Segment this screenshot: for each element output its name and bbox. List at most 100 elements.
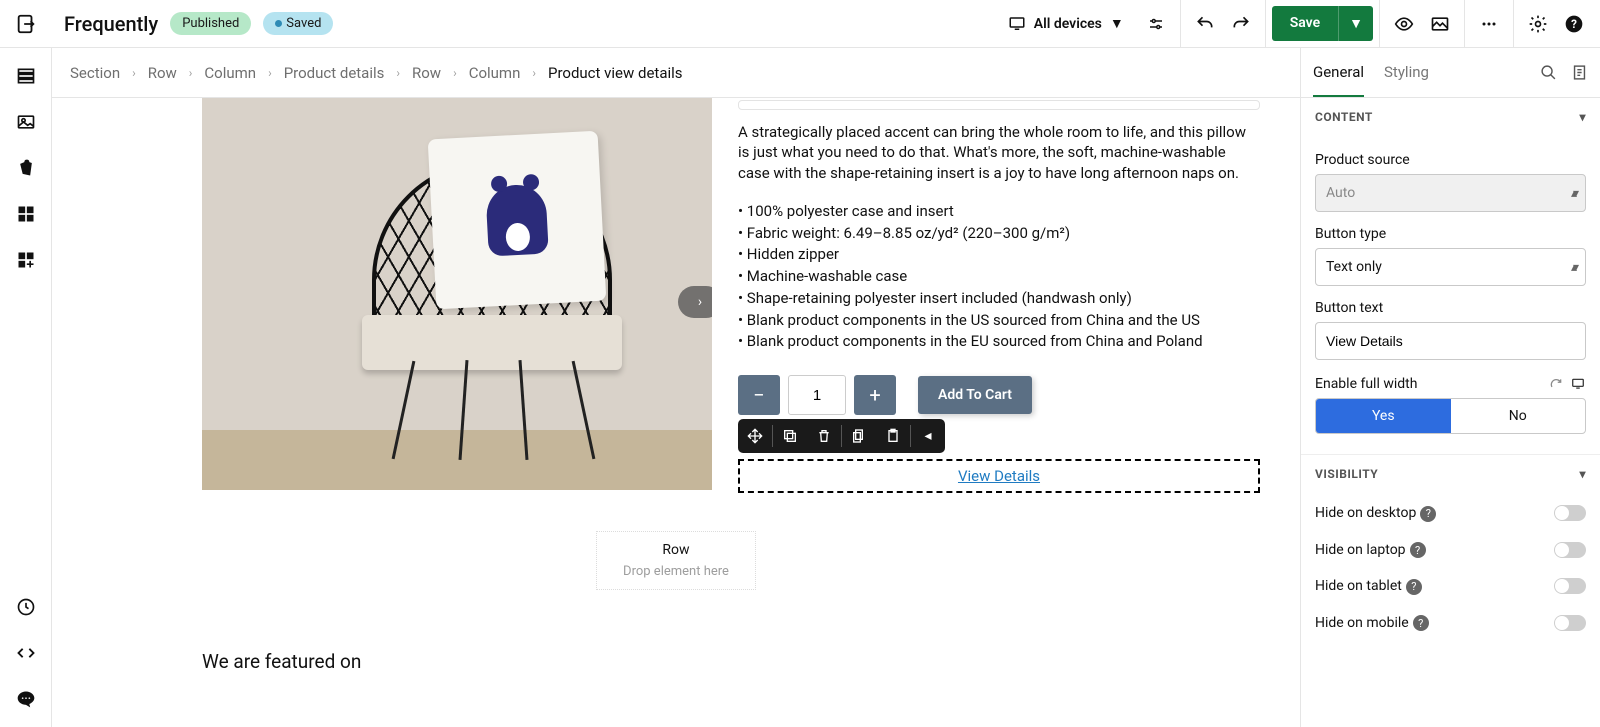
delete-icon[interactable] <box>807 419 841 453</box>
carousel-next-icon[interactable]: › <box>678 286 712 318</box>
paste-icon[interactable] <box>876 419 910 453</box>
add-to-cart-button[interactable]: Add To Cart <box>918 376 1032 414</box>
product-source-select[interactable]: Auto▴▾ <box>1315 174 1586 212</box>
save-button-group: Save ▼ <box>1272 6 1373 41</box>
redo-icon[interactable] <box>1223 0 1259 48</box>
enable-full-width-label: Enable full width <box>1315 376 1417 392</box>
tab-styling[interactable]: Styling <box>1384 49 1429 97</box>
hide-laptop-label: Hide on laptop? <box>1315 542 1426 559</box>
field-placeholder <box>738 100 1260 110</box>
button-text-label: Button text <box>1315 300 1586 316</box>
tab-general[interactable]: General <box>1313 49 1364 97</box>
published-badge: Published <box>170 12 251 35</box>
crumb-1[interactable]: Row <box>148 64 177 82</box>
product-source-label: Product source <box>1315 152 1586 168</box>
preview-eye-icon[interactable] <box>1386 0 1422 48</box>
chat-icon[interactable] <box>16 689 36 709</box>
copy-icon[interactable] <box>842 419 876 453</box>
featured-heading: We are featured on <box>202 650 1300 673</box>
button-text-input[interactable] <box>1315 322 1586 360</box>
hide-desktop-toggle[interactable] <box>1554 505 1586 521</box>
button-type-label: Button type <box>1315 226 1586 242</box>
help-icon[interactable]: ? <box>1556 0 1592 48</box>
help-dot-icon[interactable]: ? <box>1420 506 1436 522</box>
product-bullets: • 100% polyester case and insert • Fabri… <box>738 201 1260 353</box>
image-library-icon[interactable] <box>16 112 36 132</box>
help-dot-icon[interactable]: ? <box>1410 542 1426 558</box>
right-panel: General Styling CONTENT ▾ Product source… <box>1300 48 1600 727</box>
full-width-yes[interactable]: Yes <box>1316 399 1451 433</box>
select-arrows-icon: ▴▾ <box>1571 186 1575 200</box>
device-selector-label: All devices <box>1034 16 1102 32</box>
bullet-item: • Blank product components in the US sou… <box>738 310 1260 332</box>
chevron-right-icon: › <box>396 66 400 80</box>
button-type-select[interactable]: Text only▴▾ <box>1315 248 1586 286</box>
code-icon[interactable] <box>16 643 36 663</box>
desktop-icon[interactable] <box>1570 377 1586 391</box>
hide-desktop-label: Hide on desktop? <box>1315 505 1436 522</box>
content-section: Product source Auto▴▾ Button type Text o… <box>1301 136 1600 444</box>
product-row: › A strategically placed accent can brin… <box>52 98 1300 493</box>
exit-icon[interactable] <box>12 13 40 35</box>
crumb-5[interactable]: Column <box>469 64 521 82</box>
bullet-item: • Shape-retaining polyester insert inclu… <box>738 288 1260 310</box>
undo-icon[interactable] <box>1187 0 1223 48</box>
drop-zone-hint: Drop element here <box>615 564 737 579</box>
hide-laptop-toggle[interactable] <box>1554 542 1586 558</box>
select-arrows-icon: ▴▾ <box>1571 260 1575 274</box>
outline-icon[interactable] <box>16 66 36 86</box>
collapse-left-icon[interactable]: ◂ <box>911 419 945 453</box>
collapse-icon: ▾ <box>1579 467 1586 481</box>
panel-notes-icon[interactable] <box>1571 64 1588 81</box>
selection-toolbar: ◂ <box>738 419 945 453</box>
help-dot-icon[interactable]: ? <box>1413 615 1429 631</box>
selected-element[interactable]: View Details <box>738 459 1260 493</box>
history-icon[interactable] <box>16 597 36 617</box>
chevron-right-icon: › <box>132 66 136 80</box>
reset-icon[interactable] <box>1548 377 1564 391</box>
qty-increase-button[interactable]: + <box>854 375 896 415</box>
bullet-item: • Machine-washable case <box>738 266 1260 288</box>
caret-down-icon: ▼ <box>1110 15 1124 32</box>
top-bar-right: All devices ▼ Save ▼ ? <box>994 0 1592 48</box>
move-icon[interactable] <box>738 419 772 453</box>
duplicate-icon[interactable] <box>773 419 807 453</box>
product-image[interactable]: › <box>202 98 712 490</box>
save-caret-button[interactable]: ▼ <box>1338 6 1373 41</box>
image-placeholder-icon[interactable] <box>1422 0 1458 48</box>
drop-zone[interactable]: Row Drop element here <box>596 531 756 590</box>
full-width-no[interactable]: No <box>1451 399 1586 433</box>
settings-sliders-icon[interactable] <box>1138 0 1174 48</box>
more-icon[interactable] <box>1471 0 1507 48</box>
crumb-2[interactable]: Column <box>204 64 256 82</box>
crumb-0[interactable]: Section <box>70 64 120 82</box>
crumb-4[interactable]: Row <box>412 64 441 82</box>
save-button[interactable]: Save <box>1272 6 1338 41</box>
gear-icon[interactable] <box>1520 0 1556 48</box>
collapse-icon: ▾ <box>1579 110 1586 124</box>
hide-tablet-label: Hide on tablet? <box>1315 578 1422 595</box>
view-details-link[interactable]: View Details <box>958 467 1040 485</box>
qty-input[interactable] <box>788 375 846 415</box>
crumb-3[interactable]: Product details <box>284 64 385 82</box>
cart-row: − + Add To Cart <box>738 375 1260 415</box>
shopify-icon[interactable] <box>16 158 36 178</box>
blocks-icon[interactable] <box>16 204 36 224</box>
bullet-item: • Fabric weight: 6.49–8.85 oz/yd² (220–3… <box>738 223 1260 245</box>
add-block-icon[interactable] <box>16 250 36 270</box>
canvas[interactable]: › A strategically placed accent can brin… <box>52 98 1300 727</box>
product-info: A strategically placed accent can bring … <box>738 98 1260 493</box>
left-rail <box>0 48 52 727</box>
device-selector[interactable]: All devices ▼ <box>994 15 1138 33</box>
hide-tablet-toggle[interactable] <box>1554 578 1586 594</box>
content-section-header[interactable]: CONTENT ▾ <box>1301 98 1600 136</box>
center-column: Section› Row› Column› Product details› R… <box>52 48 1300 727</box>
help-dot-icon[interactable]: ? <box>1406 579 1422 595</box>
top-bar: Frequently Published Saved All devices ▼… <box>0 0 1600 48</box>
visibility-section-header[interactable]: VISIBILITY ▾ <box>1301 454 1600 493</box>
saved-badge-label: Saved <box>286 16 321 31</box>
hide-mobile-toggle[interactable] <box>1554 615 1586 631</box>
qty-decrease-button[interactable]: − <box>738 375 780 415</box>
full-width-toggle: Yes No <box>1315 398 1586 434</box>
panel-search-icon[interactable] <box>1540 64 1557 81</box>
